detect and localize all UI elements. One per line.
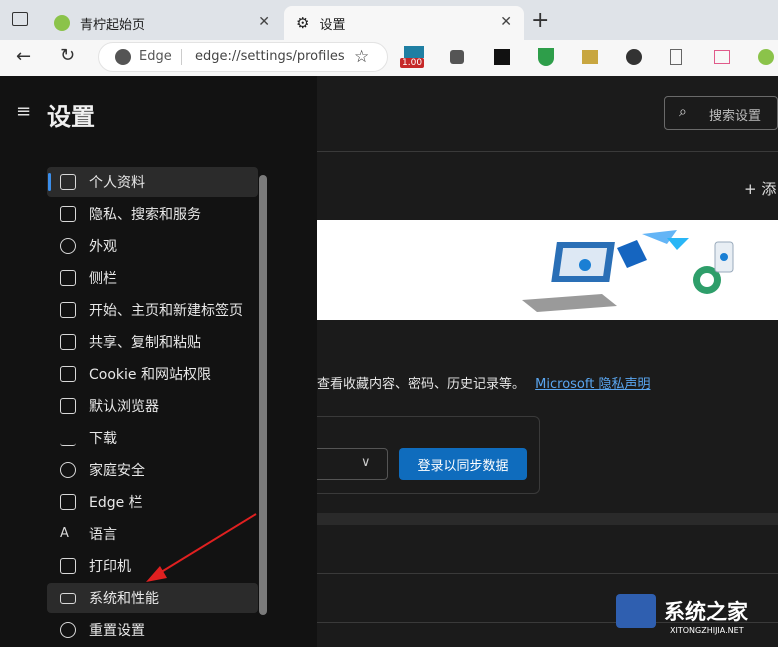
watermark-text: 系统之家 [664,600,748,624]
watermark: 系统之家 XITONGZHIJIA.NET [608,588,778,647]
annotation-arrow [146,513,257,582]
watermark-logo-icon [616,594,656,628]
watermark-url: XITONGZHIJIA.NET [670,626,744,635]
